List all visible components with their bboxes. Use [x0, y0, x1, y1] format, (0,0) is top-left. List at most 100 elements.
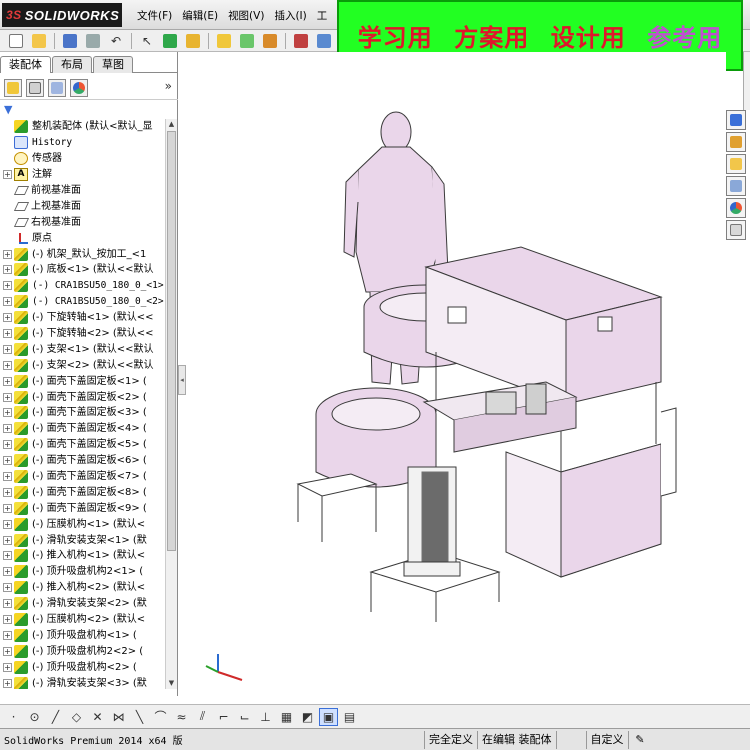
tree-item[interactable]: + (-) 下旋转轴<1> (默认<< — [0, 310, 166, 326]
tree-item[interactable]: + (-) 压膜机构<1> (默认< — [0, 516, 166, 532]
property-manager-icon[interactable] — [26, 78, 44, 97]
tree-item[interactable]: + (-) 推入机构<1> (默认< — [0, 548, 166, 564]
trim-icon[interactable]: ✕ — [88, 708, 107, 726]
tree-item[interactable]: + (-) 推入机构<2> (默认< — [0, 580, 166, 596]
scroll-down-icon[interactable]: ▼ — [166, 678, 177, 689]
slot-icon[interactable]: ⫽ — [193, 708, 212, 726]
options-icon[interactable] — [183, 32, 203, 50]
component-icon[interactable] — [214, 32, 234, 50]
expand-icon[interactable]: + — [3, 249, 12, 259]
expand-icon[interactable]: + — [3, 456, 12, 466]
tree-item[interactable]: 右视基准面 — [0, 214, 166, 230]
pencil-icon[interactable]: ✎ — [627, 730, 652, 749]
tree-item[interactable]: 前视基准面 — [0, 183, 166, 199]
tree-item[interactable]: + (-) 下旋转轴<2> (默认<< — [0, 326, 166, 342]
tab-layout[interactable]: 布局 — [52, 56, 92, 73]
tree-item[interactable]: + (-) 面壳下盖固定板<8> ( — [0, 484, 166, 500]
status-units[interactable]: 自定义 — [585, 730, 628, 749]
circle-icon[interactable]: ⊙ — [25, 708, 44, 726]
expand-icon[interactable]: + — [3, 297, 12, 307]
menu-file[interactable]: 文件(F) — [132, 8, 177, 23]
expand-icon[interactable]: + — [3, 567, 12, 577]
dimension-icon[interactable]: ⌙ — [235, 708, 254, 726]
tree-item[interactable]: + (-) CRA1BSU50_180_0_<1> — [0, 278, 166, 294]
expand-icon[interactable]: + — [3, 662, 12, 672]
line-icon[interactable]: ╱ — [46, 708, 65, 726]
expand-icon[interactable]: + — [3, 281, 12, 291]
tree-item[interactable]: 上视基准面 — [0, 198, 166, 214]
view-palette-icon[interactable] — [726, 176, 746, 196]
assembly-model[interactable] — [186, 52, 726, 696]
tree-item[interactable]: + (-) 面壳下盖固定板<7> ( — [0, 469, 166, 485]
tree-item[interactable]: + (-) 压膜机构<2> (默认< — [0, 612, 166, 628]
tree-item[interactable]: History — [0, 135, 166, 151]
resources-icon[interactable] — [726, 110, 746, 130]
expand-chevron-icon[interactable]: » — [165, 79, 172, 93]
tree-item[interactable]: + (-) 面壳下盖固定板<1> ( — [0, 373, 166, 389]
select-icon[interactable]: ↖ — [137, 32, 157, 50]
mate-icon[interactable] — [237, 32, 257, 50]
expand-icon[interactable]: + — [3, 583, 12, 593]
measure-icon[interactable] — [291, 32, 311, 50]
scroll-up-icon[interactable]: ▲ — [166, 119, 177, 130]
solidworks-logo[interactable]: 3S SOLIDWORKS — [2, 3, 122, 27]
tree-item[interactable]: + (-) CRA1BSU50_180_0_<2> — [0, 294, 166, 310]
panel-collapse-handle[interactable]: ◂ — [178, 365, 186, 395]
sheet-icon[interactable]: ▤ — [340, 708, 359, 726]
point-icon[interactable]: · — [4, 708, 23, 726]
tree-item[interactable]: + (-) 支架<1> (默认<<默认 — [0, 341, 166, 357]
expand-icon[interactable]: + — [3, 678, 12, 688]
expand-icon[interactable]: + — [3, 472, 12, 482]
explode-icon[interactable] — [260, 32, 280, 50]
design-library-icon[interactable] — [726, 132, 746, 152]
view-box-icon[interactable]: ▣ — [319, 707, 338, 726]
tree-item[interactable]: 原点 — [0, 230, 166, 246]
appearances-icon[interactable] — [726, 198, 746, 218]
tree-item[interactable]: + (-) 面壳下盖固定板<6> ( — [0, 453, 166, 469]
tree-item[interactable]: + (-) 滑轨安装支架<1> (默 — [0, 532, 166, 548]
new-icon[interactable] — [6, 32, 26, 50]
extend-icon[interactable]: ⋈ — [109, 708, 128, 726]
undo-icon[interactable]: ↶ — [106, 32, 126, 50]
view-triad[interactable] — [198, 652, 258, 692]
rebuild-icon[interactable] — [160, 32, 180, 50]
expand-icon[interactable]: + — [3, 313, 12, 323]
section-icon[interactable] — [314, 32, 334, 50]
tree-item[interactable]: + (-) 顶升吸盘机构<2> ( — [0, 659, 166, 675]
scrollbar-thumb[interactable] — [167, 131, 176, 551]
tree-item[interactable]: + (-) 顶升吸盘机构2<1> ( — [0, 564, 166, 580]
save-icon[interactable] — [60, 32, 80, 50]
tree-item[interactable]: + (-) 面壳下盖固定板<3> ( — [0, 405, 166, 421]
tree-item[interactable]: + (-) 滑轨安装支架<2> (默 — [0, 596, 166, 612]
spline-icon[interactable]: ≈ — [172, 708, 191, 726]
open-icon[interactable] — [29, 32, 49, 50]
menu-view[interactable]: 视图(V) — [223, 8, 269, 23]
expand-icon[interactable]: + — [3, 551, 12, 561]
expand-icon[interactable]: + — [3, 615, 12, 625]
expand-icon[interactable]: + — [3, 487, 12, 497]
corner-icon[interactable]: ⌐ — [214, 708, 233, 726]
feature-manager-icon[interactable] — [4, 78, 22, 97]
expand-icon[interactable]: + — [3, 646, 12, 656]
relation-icon[interactable]: ⊥ — [256, 708, 275, 726]
menu-tools[interactable]: 工 — [312, 8, 333, 23]
expand-icon[interactable]: + — [3, 329, 12, 339]
tree-scrollbar[interactable]: ▲ ▼ — [165, 119, 177, 689]
tree-item[interactable]: + (-) 底板<1> (默认<<默认 — [0, 262, 166, 278]
expand-icon[interactable]: + — [3, 535, 12, 545]
tree-item[interactable]: + (-) 面壳下盖固定板<9> ( — [0, 500, 166, 516]
centerline-icon[interactable]: ╲ — [130, 708, 149, 726]
tree-item[interactable]: + (-) 支架<2> (默认<<默认 — [0, 357, 166, 373]
display-manager-icon[interactable] — [70, 78, 88, 97]
shaded-icon[interactable]: ◩ — [298, 708, 317, 726]
configuration-manager-icon[interactable] — [48, 78, 66, 97]
expand-icon[interactable]: + — [3, 392, 12, 402]
tree-item[interactable]: + (-) 机架_默认_按加工_<1 — [0, 246, 166, 262]
tree-item[interactable]: + (-) 顶升吸盘机构<1> ( — [0, 628, 166, 644]
tab-sketch[interactable]: 草图 — [93, 56, 133, 73]
expand-icon[interactable]: + — [3, 376, 12, 386]
expand-icon[interactable]: + — [3, 440, 12, 450]
tree-item[interactable]: + (-) 面壳下盖固定板<4> ( — [0, 421, 166, 437]
expand-icon[interactable]: + — [3, 408, 12, 418]
expand-icon[interactable]: + — [3, 630, 12, 640]
